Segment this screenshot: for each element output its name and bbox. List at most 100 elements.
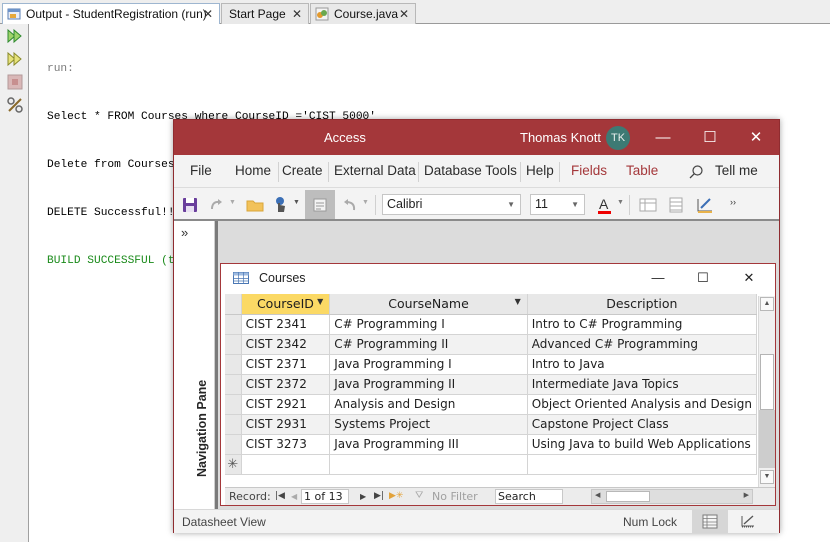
table-row[interactable]: CIST 2372 Java Programming II Intermediate… (225, 374, 757, 395)
cell-description[interactable]: Intro to Java (527, 354, 757, 375)
cell-courseid[interactable]: CIST 2341 (241, 314, 331, 335)
scroll-down-icon[interactable]: ▼ (760, 470, 774, 484)
first-record-icon[interactable]: |◀ (275, 491, 285, 501)
horizontal-scrollbar[interactable]: ◀ ▶ (591, 489, 753, 504)
cell-coursename[interactable]: C# Programming I (329, 314, 528, 335)
row-selector[interactable] (225, 374, 242, 395)
save-icon[interactable] (180, 195, 200, 215)
scroll-track[interactable] (759, 410, 775, 468)
table-row[interactable]: CIST 2341 C# Programming I Intro to C# Pro… (225, 314, 757, 335)
column-header-coursename[interactable]: CourseName ▼ (329, 294, 528, 315)
row-selector[interactable] (225, 354, 242, 375)
chevron-down-icon[interactable]: ▼ (317, 297, 323, 306)
tab-home[interactable]: Home (235, 163, 271, 178)
tab-help[interactable]: Help (526, 163, 554, 178)
row-selector[interactable] (225, 414, 242, 435)
stop-icon[interactable] (6, 73, 24, 91)
touch-dropdown-icon[interactable]: ▼ (293, 199, 300, 206)
cell-courseid[interactable]: CIST 3273 (241, 434, 331, 455)
scroll-thumb[interactable] (760, 354, 774, 410)
table-row[interactable]: CIST 2931 Systems Project Capstone Project… (225, 414, 757, 435)
row-selector[interactable] (225, 434, 242, 455)
rerun-icon[interactable] (6, 27, 24, 45)
close-tab-icon[interactable]: ✕ (399, 7, 409, 21)
column-header-description[interactable]: Description (527, 294, 757, 315)
select-all-cell[interactable] (225, 294, 242, 315)
undo-dropdown-icon[interactable]: ▼ (362, 199, 369, 206)
previous-record-icon[interactable]: ◀ (291, 492, 297, 501)
design-view-button[interactable] (730, 510, 766, 533)
table-row[interactable]: CIST 2342 C# Programming II Advanced C# Pr… (225, 334, 757, 355)
cell-description[interactable] (527, 454, 757, 475)
current-record-field[interactable]: 1 of 13 (301, 489, 349, 504)
tab-file[interactable]: File (190, 163, 212, 178)
cell-coursename[interactable]: Analysis and Design (329, 394, 528, 415)
new-record-nav-icon[interactable]: ▶✳ (389, 491, 403, 501)
cell-description[interactable]: Intermediate Java Topics (527, 374, 757, 395)
close-tab-icon[interactable]: ✕ (203, 7, 213, 21)
cell-description[interactable]: Advanced C# Programming (527, 334, 757, 355)
cell-coursename[interactable]: Java Programming I (329, 354, 528, 375)
datasheet-view-button[interactable] (692, 510, 728, 533)
layout-view-icon[interactable] (666, 195, 686, 215)
close-table-button[interactable]: ✕ (726, 264, 772, 292)
next-record-icon[interactable]: ▶ (360, 492, 366, 501)
cell-description[interactable]: Intro to C# Programming (527, 314, 757, 335)
datasheet-view-icon[interactable] (638, 195, 658, 215)
cell-coursename[interactable] (329, 454, 528, 475)
cell-courseid[interactable]: CIST 2921 (241, 394, 331, 415)
redo-dropdown-icon[interactable]: ▼ (229, 199, 236, 206)
maximize-table-button[interactable]: ☐ (680, 264, 726, 292)
search-input[interactable]: Search (495, 489, 563, 504)
redo-icon[interactable] (207, 195, 227, 215)
table-row[interactable]: CIST 3273 Java Programming III Using Java … (225, 434, 757, 455)
table-row[interactable]: CIST 2371 Java Programming I Intro to Java (225, 354, 757, 375)
font-size-select[interactable]: 11 ▼ (530, 194, 585, 215)
cell-coursename[interactable]: Java Programming III (329, 434, 528, 455)
close-tab-icon[interactable]: ✕ (292, 7, 302, 21)
cell-description[interactable]: Object Oriented Analysis and Design (527, 394, 757, 415)
cell-description[interactable]: Using Java to build Web Applications (527, 434, 757, 455)
open-folder-icon[interactable] (245, 195, 265, 215)
cell-courseid[interactable]: CIST 2931 (241, 414, 331, 435)
chevron-down-icon[interactable]: ▼ (515, 297, 521, 306)
cell-coursename[interactable]: C# Programming II (329, 334, 528, 355)
row-selector[interactable] (225, 394, 242, 415)
cell-courseid[interactable]: CIST 2372 (241, 374, 331, 395)
font-color-icon[interactable]: A (595, 195, 615, 215)
avatar[interactable]: TK (606, 126, 630, 150)
new-record-row[interactable]: ✳ (225, 454, 757, 475)
navigation-pane[interactable]: » Navigation Pane (174, 221, 215, 509)
rerun-with-args-icon[interactable] (6, 50, 24, 68)
scroll-right-icon[interactable]: ▶ (744, 491, 749, 499)
design-view-icon[interactable] (695, 195, 715, 215)
minimize-table-button[interactable]: — (635, 264, 681, 292)
undo-icon[interactable] (339, 195, 359, 215)
tab-database-tools[interactable]: Database Tools (424, 163, 517, 178)
tab-table[interactable]: Table (626, 163, 658, 178)
row-selector[interactable] (225, 334, 242, 355)
cell-courseid[interactable]: CIST 2342 (241, 334, 331, 355)
filter-status[interactable]: No Filter (432, 490, 478, 503)
user-name[interactable]: Thomas Knott (520, 130, 601, 145)
cell-coursename[interactable]: Java Programming II (329, 374, 528, 395)
maximize-button[interactable]: ☐ (687, 120, 733, 155)
font-color-dropdown-icon[interactable]: ▼ (617, 199, 624, 206)
view-button-pressed[interactable] (305, 190, 335, 219)
table-row[interactable]: CIST 2921 Analysis and Design Object Orien… (225, 394, 757, 415)
scroll-left-icon[interactable]: ◀ (595, 491, 600, 499)
touch-mode-icon[interactable] (271, 195, 291, 215)
scroll-up-icon[interactable]: ▲ (760, 297, 774, 311)
cell-courseid[interactable]: CIST 2371 (241, 354, 331, 375)
horizontal-scroll-thumb[interactable] (606, 491, 650, 502)
tab-external-data[interactable]: External Data (334, 163, 416, 178)
close-button[interactable]: ✕ (733, 120, 779, 155)
tab-course-java[interactable]: Course.java ✕ (310, 3, 416, 24)
cell-coursename[interactable]: Systems Project (329, 414, 528, 435)
more-commands-icon[interactable]: ›› (730, 197, 736, 207)
tab-fields[interactable]: Fields (571, 163, 607, 178)
settings-icon[interactable] (6, 96, 24, 114)
tab-output[interactable]: Output - StudentRegistration (run) ✕ (2, 3, 220, 24)
column-header-courseid[interactable]: CourseID ▼ (241, 294, 331, 315)
font-name-select[interactable]: Calibri ▼ (382, 194, 521, 215)
